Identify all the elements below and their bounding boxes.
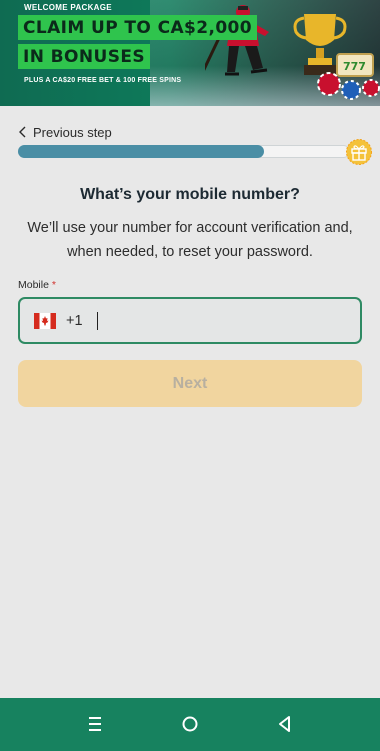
banner-subline: PLUS A CA$20 FREE BET & 100 FREE SPINS	[24, 77, 182, 84]
progress-fill	[18, 145, 264, 158]
page-title: What’s your mobile number?	[80, 186, 300, 203]
banner-headline-line1: CLAIM UP TO CA$2,000	[18, 15, 258, 40]
home-icon[interactable]	[178, 712, 202, 736]
mobile-number-input[interactable]	[102, 308, 303, 333]
required-asterisk: *	[51, 279, 56, 291]
promo-banner[interactable]: 777 WELCOME PACKAGE CLAIM UP TO CA$2,000…	[0, 0, 380, 106]
text-cursor	[96, 311, 99, 330]
chevron-left-icon	[19, 126, 26, 138]
mobile-label-text: Mobile	[18, 279, 49, 291]
menu-icon[interactable]	[83, 712, 107, 736]
canada-flag-icon[interactable]	[34, 312, 56, 329]
page-description: We’ll use your number for account verifi…	[27, 220, 353, 260]
casino-chips-icon: 777	[317, 53, 380, 100]
system-navigation-bar	[0, 698, 380, 751]
previous-step-label: Previous step	[33, 124, 112, 140]
previous-step-link[interactable]: Previous step	[18, 124, 112, 140]
back-icon[interactable]	[273, 712, 297, 736]
mobile-field-label: Mobile *	[18, 279, 56, 291]
next-button[interactable]: Next	[18, 360, 362, 407]
banner-headline-line2: IN BONUSES	[18, 44, 151, 69]
banner-headline: CLAIM UP TO CA$2,000 IN BONUSES	[18, 15, 258, 69]
svg-text:777: 777	[343, 60, 366, 73]
mobile-number-field[interactable]: +1	[18, 297, 362, 344]
gift-icon	[346, 139, 372, 165]
dial-code: +1	[66, 312, 83, 329]
banner-eyebrow: WELCOME PACKAGE	[24, 3, 112, 12]
